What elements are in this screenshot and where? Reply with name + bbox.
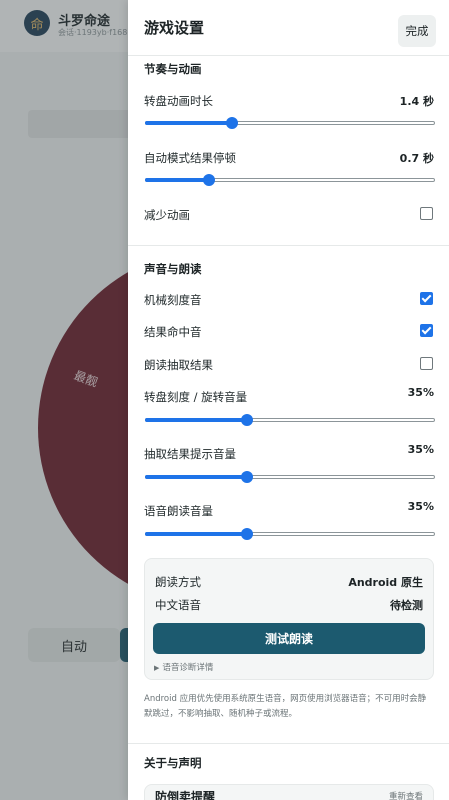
result-volume-value: 35%: [407, 443, 434, 456]
review-again-link[interactable]: 重新查看: [389, 790, 423, 800]
spin-duration-value: 1.4 秒: [399, 95, 434, 108]
voice-volume-label: 语音朗读音量: [144, 504, 213, 518]
anti-resale-title: 防倒卖提醒: [155, 790, 216, 800]
wheel-volume-value: 35%: [407, 386, 434, 399]
auto-pause-slider[interactable]: [145, 171, 435, 189]
slider-thumb[interactable]: [240, 414, 253, 426]
wheel-volume-label: 转盘刻度 / 旋转音量: [144, 390, 248, 404]
disclosure-triangle-icon: ▶: [154, 664, 160, 672]
divider: [128, 743, 449, 744]
slider-thumb[interactable]: [240, 471, 253, 483]
tick-sound-label: 机械刻度音: [144, 293, 202, 307]
voice-volume-value: 35%: [407, 500, 434, 513]
divider: [128, 245, 449, 246]
divider: [128, 55, 449, 56]
tts-voice-value: 待检测: [390, 599, 423, 612]
done-button[interactable]: 完成: [398, 15, 436, 47]
tts-details-label: 语音诊断详情: [162, 663, 214, 673]
slider-fill: [145, 178, 209, 182]
hit-sound-checkbox[interactable]: [420, 324, 433, 337]
test-reading-button[interactable]: 测试朗读: [153, 623, 425, 654]
slider-thumb[interactable]: [202, 174, 215, 186]
tick-sound-checkbox[interactable]: [420, 292, 433, 305]
panel-title: 游戏设置: [144, 19, 205, 37]
tts-details-toggle[interactable]: ▶ 语音诊断详情: [154, 661, 213, 673]
slider-fill: [145, 121, 232, 125]
section-title-sound: 声音与朗读: [144, 262, 202, 276]
anti-resale-card: 防倒卖提醒 重新查看: [144, 784, 434, 800]
read-result-label: 朗读抽取结果: [144, 358, 213, 372]
settings-panel: 游戏设置 完成 节奏与动画 转盘动画时长 1.4 秒 自动模式结果停顿 0.7 …: [128, 0, 449, 800]
auto-pause-label: 自动模式结果停顿: [144, 151, 236, 165]
slider-thumb[interactable]: [226, 117, 238, 129]
read-result-checkbox[interactable]: [420, 357, 433, 370]
tts-method-value: Android 原生: [348, 576, 423, 589]
voice-volume-slider[interactable]: [145, 525, 435, 543]
reduce-motion-checkbox[interactable]: [420, 207, 433, 220]
tts-note: Android 应用优先使用系统原生语音，网页使用浏览器语音；不可用时会静默跳过…: [144, 694, 427, 719]
slider-fill: [145, 475, 247, 479]
slider-fill: [145, 418, 247, 422]
result-volume-slider[interactable]: [145, 468, 435, 486]
tts-voice-label: 中文语音: [155, 598, 201, 612]
spin-duration-label: 转盘动画时长: [144, 94, 213, 108]
tts-status-card: 朗读方式 Android 原生 中文语音 待检测 测试朗读 ▶ 语音诊断详情: [144, 558, 434, 680]
wheel-volume-slider[interactable]: [145, 411, 435, 429]
section-title-rhythm: 节奏与动画: [144, 62, 202, 76]
auto-pause-value: 0.7 秒: [399, 152, 434, 165]
hit-sound-label: 结果命中音: [144, 325, 202, 339]
tts-method-label: 朗读方式: [155, 575, 201, 589]
section-title-about: 关于与声明: [144, 756, 202, 770]
spin-duration-slider[interactable]: [145, 114, 435, 132]
reduce-motion-label: 减少动画: [144, 208, 190, 222]
slider-thumb[interactable]: [240, 528, 253, 540]
slider-fill: [145, 532, 247, 536]
result-volume-label: 抽取结果提示音量: [144, 447, 236, 461]
